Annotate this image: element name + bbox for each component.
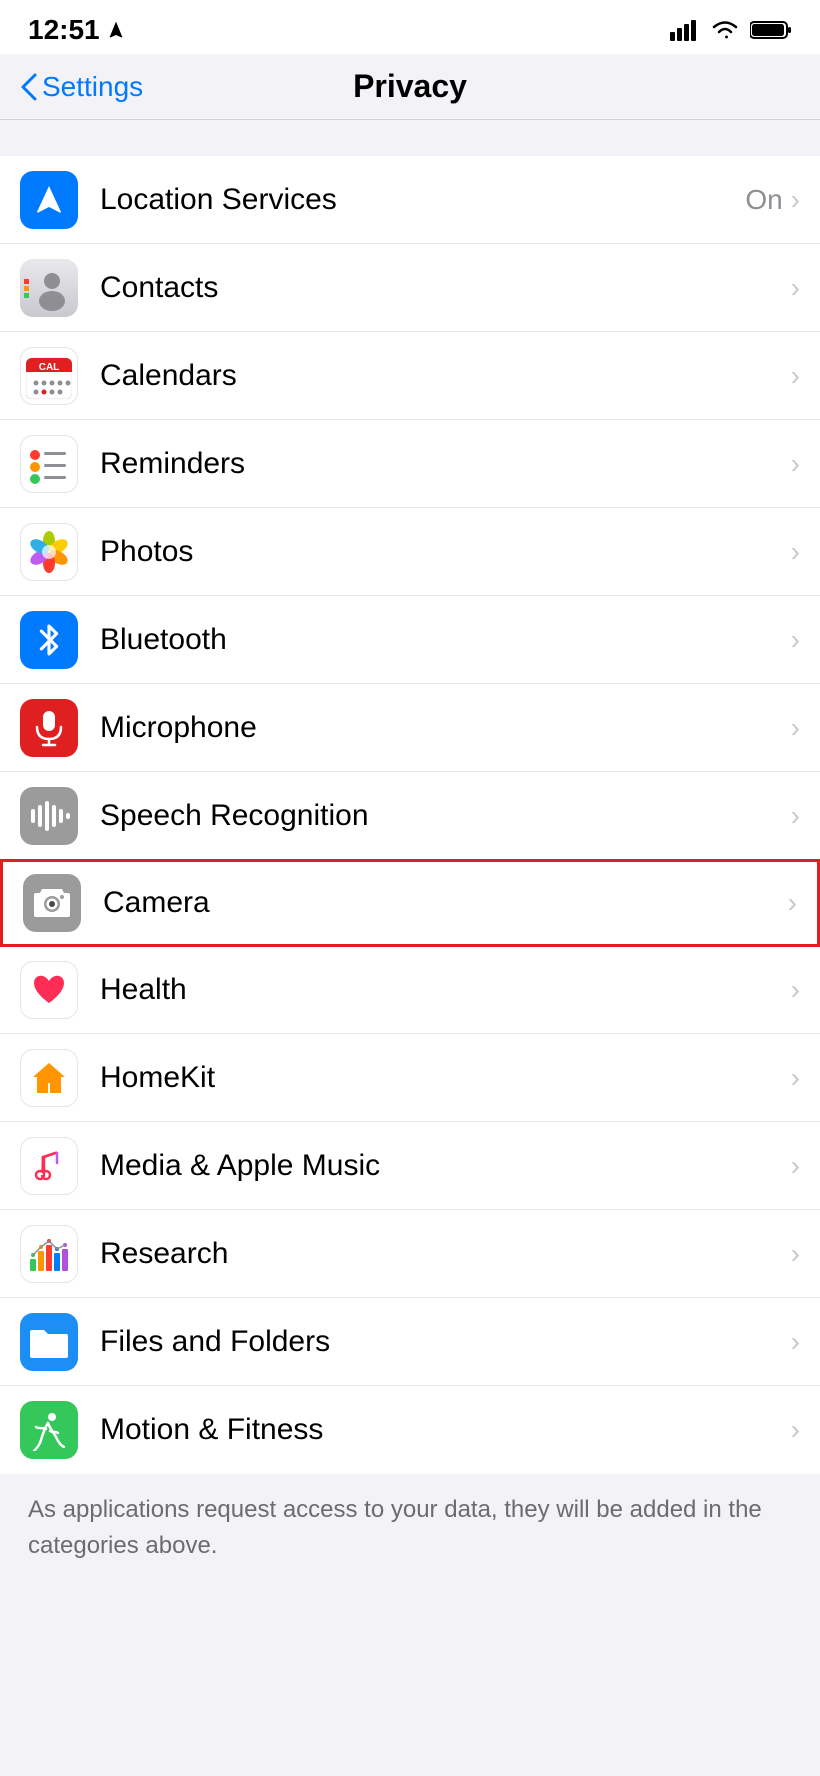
chevron-icon: › (791, 712, 800, 744)
chevron-icon: › (791, 1414, 800, 1446)
section-header (0, 120, 820, 156)
reminders-label: Reminders (100, 447, 791, 481)
photos-icon (20, 523, 78, 581)
chevron-icon: › (791, 800, 800, 832)
camera-icon (23, 874, 81, 932)
camera-label: Camera (103, 886, 788, 920)
files-folders-label: Files and Folders (100, 1325, 791, 1359)
chevron-icon: › (791, 624, 800, 656)
reminders-icon (20, 435, 78, 493)
research-icon (20, 1225, 78, 1283)
bluetooth-label: Bluetooth (100, 623, 791, 657)
contacts-icon (20, 259, 78, 317)
media-apple-music-label: Media & Apple Music (100, 1149, 791, 1183)
chevron-icon: › (791, 272, 800, 304)
settings-item-camera[interactable]: Camera › (0, 859, 820, 947)
homekit-icon (20, 1049, 78, 1107)
calendars-label: Calendars (100, 359, 791, 393)
research-label: Research (100, 1237, 791, 1271)
settings-item-research[interactable]: Research › (0, 1210, 820, 1298)
footer-description: As applications request access to your d… (28, 1496, 762, 1559)
location-services-value: On (745, 184, 782, 216)
footer-text: As applications request access to your d… (0, 1474, 820, 1582)
microphone-icon (20, 699, 78, 757)
media-apple-music-icon (20, 1137, 78, 1195)
chevron-icon: › (791, 1238, 800, 1270)
chevron-icon: › (791, 360, 800, 392)
signal-icon (670, 19, 700, 41)
speech-recognition-icon (20, 787, 78, 845)
chevron-icon: › (791, 1062, 800, 1094)
battery-icon (750, 19, 792, 41)
chevron-icon: › (791, 536, 800, 568)
settings-item-bluetooth[interactable]: Bluetooth › (0, 596, 820, 684)
nav-bar: Settings Privacy (0, 54, 820, 120)
status-time: 12:51 (28, 14, 126, 46)
speech-recognition-label: Speech Recognition (100, 799, 791, 833)
health-icon (20, 961, 78, 1019)
settings-item-photos[interactable]: Photos › (0, 508, 820, 596)
chevron-icon: › (791, 1326, 800, 1358)
contacts-label: Contacts (100, 271, 791, 305)
location-arrow-icon (106, 20, 126, 40)
back-button[interactable]: Settings (20, 71, 143, 103)
wifi-icon (710, 19, 740, 41)
bluetooth-icon (20, 611, 78, 669)
health-label: Health (100, 973, 791, 1007)
chevron-icon: › (791, 448, 800, 480)
settings-item-files-folders[interactable]: Files and Folders › (0, 1298, 820, 1386)
settings-item-speech-recognition[interactable]: Speech Recognition › (0, 772, 820, 860)
motion-fitness-label: Motion & Fitness (100, 1413, 791, 1447)
calendars-icon: CAL (20, 347, 78, 405)
page-title: Privacy (353, 68, 467, 105)
settings-item-calendars[interactable]: CAL Calendars › (0, 332, 820, 420)
settings-item-health[interactable]: Health › (0, 946, 820, 1034)
files-folders-icon (20, 1313, 78, 1371)
chevron-icon: › (788, 887, 797, 919)
settings-list: Location Services On › (0, 156, 820, 1474)
settings-item-contacts[interactable]: Contacts › (0, 244, 820, 332)
chevron-icon: › (791, 184, 800, 216)
settings-item-media-apple-music[interactable]: Media & Apple Music › (0, 1122, 820, 1210)
motion-fitness-icon (20, 1401, 78, 1459)
settings-item-motion-fitness[interactable]: Motion & Fitness › (0, 1386, 820, 1474)
status-bar: 12:51 (0, 0, 820, 54)
status-icons (670, 19, 792, 41)
photos-label: Photos (100, 535, 791, 569)
chevron-icon: › (791, 974, 800, 1006)
chevron-icon: › (791, 1150, 800, 1182)
svg-text:CAL: CAL (39, 362, 60, 373)
settings-item-location-services[interactable]: Location Services On › (0, 156, 820, 244)
settings-item-homekit[interactable]: HomeKit › (0, 1034, 820, 1122)
back-label: Settings (42, 71, 143, 103)
settings-item-microphone[interactable]: Microphone › (0, 684, 820, 772)
settings-item-reminders[interactable]: Reminders › (0, 420, 820, 508)
time-display: 12:51 (28, 14, 100, 46)
location-services-icon (20, 171, 78, 229)
location-services-label: Location Services (100, 183, 745, 217)
microphone-label: Microphone (100, 711, 791, 745)
homekit-label: HomeKit (100, 1061, 791, 1095)
